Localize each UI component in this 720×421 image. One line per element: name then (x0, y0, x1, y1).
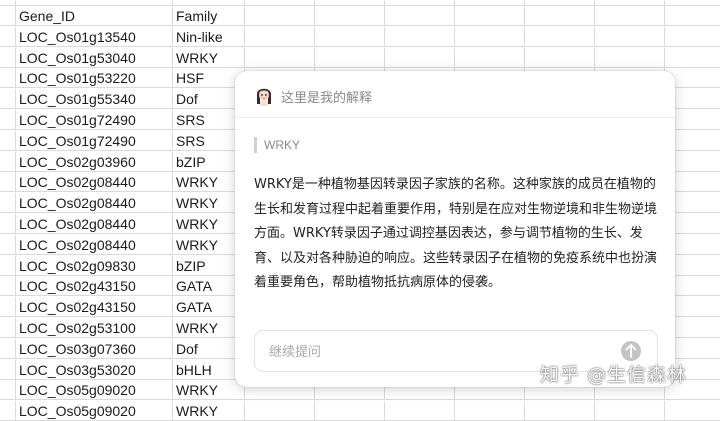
cell[interactable] (525, 6, 595, 26)
cell[interactable] (0, 338, 16, 359)
cell-gene-id[interactable]: LOC_Os03g07360 (16, 338, 173, 359)
cell[interactable] (595, 6, 665, 26)
cell[interactable] (0, 318, 16, 338)
cell[interactable] (0, 359, 16, 380)
cell[interactable] (245, 26, 315, 47)
cell[interactable] (525, 26, 595, 47)
cell[interactable] (0, 276, 16, 297)
cell[interactable] (0, 130, 16, 151)
table-row: LOC_Os01g13540 Nin-like (0, 26, 720, 47)
cell[interactable] (245, 6, 315, 26)
cell-gene-id[interactable]: LOC_Os02g08440 (16, 234, 173, 255)
cell[interactable] (595, 401, 665, 421)
avatar-girl-icon (254, 84, 274, 106)
cell[interactable] (0, 380, 16, 401)
cell[interactable] (0, 26, 16, 47)
watermark: 知乎 @生信森林 (540, 364, 688, 386)
cell[interactable] (0, 234, 16, 255)
cell[interactable] (385, 401, 455, 421)
cell[interactable] (595, 47, 665, 68)
cell[interactable] (665, 6, 720, 26)
cell[interactable] (665, 48, 720, 68)
quoted-term: WRKY (254, 137, 300, 153)
cell-gene-id[interactable]: LOC_Os01g53220 (16, 68, 173, 89)
cell[interactable] (0, 110, 16, 130)
cell[interactable] (455, 26, 525, 47)
cell[interactable] (385, 26, 455, 47)
cell[interactable] (525, 47, 595, 68)
cell[interactable] (0, 214, 16, 234)
cell-gene-id[interactable]: LOC_Os02g43150 (16, 276, 173, 297)
cell-gene-id[interactable]: LOC_Os02g08440 (16, 193, 173, 214)
panel-header: 这里是我的解释 (235, 71, 675, 118)
cell[interactable] (385, 6, 455, 26)
cell[interactable] (0, 47, 16, 68)
cell[interactable] (525, 401, 595, 421)
cell[interactable] (0, 89, 16, 110)
cell[interactable] (455, 6, 525, 26)
cell[interactable] (665, 401, 720, 421)
cell[interactable] (0, 297, 16, 318)
cell[interactable] (0, 193, 16, 214)
cell-gene-id[interactable]: LOC_Os02g09830 (16, 255, 173, 276)
cell[interactable] (455, 47, 525, 68)
cell[interactable] (245, 401, 315, 421)
cell[interactable] (315, 401, 385, 421)
cell-gene-id[interactable]: LOC_Os05g09020 (16, 380, 173, 401)
cell-family[interactable]: WRKY (173, 380, 245, 401)
header-cell-family[interactable]: Family (173, 6, 245, 26)
table-row: LOC_Os05g09020 WRKY (0, 401, 720, 421)
cell-gene-id[interactable]: LOC_Os02g53100 (16, 318, 173, 338)
cell-gene-id[interactable]: LOC_Os05g09020 (16, 401, 173, 421)
explanation-panel: 这里是我的解释 WRKY WRKY是一种植物基因转录因子家族的名称。这种家族的成… (235, 71, 675, 387)
cell[interactable] (315, 26, 385, 47)
header-row: Gene_ID Family (0, 6, 720, 26)
explanation-text: WRKY是一种植物基因转录因子家族的名称。这种家族的成员在植物的生长和发育过程中… (254, 177, 658, 290)
cell[interactable] (245, 47, 315, 68)
header-cell-gene-id[interactable]: Gene_ID (16, 6, 173, 26)
cell-gene-id[interactable]: LOC_Os01g72490 (16, 130, 173, 151)
cell[interactable] (0, 255, 16, 276)
cell-gene-id[interactable]: LOC_Os01g72490 (16, 110, 173, 130)
cell-family[interactable]: Nin-like (173, 26, 245, 47)
cell[interactable] (385, 47, 455, 68)
cell-gene-id[interactable]: LOC_Os01g13540 (16, 26, 173, 47)
cell[interactable] (0, 68, 16, 89)
cell-gene-id[interactable]: LOC_Os02g03960 (16, 151, 173, 172)
send-button[interactable] (621, 341, 641, 361)
cell[interactable] (595, 26, 665, 47)
cell-gene-id[interactable]: LOC_Os03g53020 (16, 359, 173, 380)
cell[interactable] (315, 47, 385, 68)
arrow-up-icon (625, 344, 637, 358)
cell-gene-id[interactable]: LOC_Os01g55340 (16, 89, 173, 110)
cell[interactable] (315, 6, 385, 26)
cell-gene-id[interactable]: LOC_Os02g08440 (16, 172, 173, 193)
table-row: LOC_Os01g53040 WRKY (0, 47, 720, 68)
cell[interactable] (0, 172, 16, 193)
cell-gene-id[interactable]: LOC_Os02g43150 (16, 297, 173, 318)
cell[interactable] (0, 151, 16, 172)
cell-family[interactable]: WRKY (173, 401, 245, 421)
panel-title: 这里是我的解释 (281, 91, 373, 106)
cell[interactable] (0, 6, 16, 26)
cell-gene-id[interactable]: LOC_Os02g08440 (16, 214, 173, 234)
cell[interactable] (665, 27, 720, 47)
cell-gene-id[interactable]: LOC_Os01g53040 (16, 47, 173, 68)
cell[interactable] (455, 401, 525, 421)
cell-family[interactable]: WRKY (173, 47, 245, 68)
cell[interactable] (0, 401, 16, 421)
